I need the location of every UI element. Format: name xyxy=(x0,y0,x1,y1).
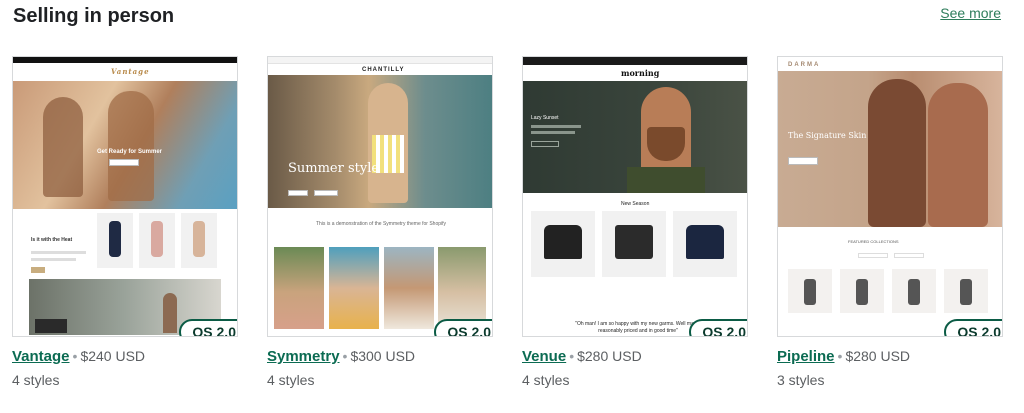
theme-card-pipeline[interactable]: DARMA The Signature Skin FEATURED COLLEC… xyxy=(777,56,1003,388)
separator-dot: • xyxy=(342,348,348,364)
theme-name-link[interactable]: Vantage xyxy=(12,348,70,365)
os2-badge: OS 2.0 xyxy=(179,319,237,336)
theme-styles-count: 4 styles xyxy=(267,372,315,388)
see-more-link[interactable]: See more xyxy=(940,5,1001,21)
separator-dot: • xyxy=(72,348,78,364)
theme-preview-image[interactable]: Vantage Get Ready for Summer Is it with … xyxy=(12,56,238,337)
theme-price: $240 USD xyxy=(80,348,146,364)
theme-styles-count: 4 styles xyxy=(522,372,570,388)
theme-styles-count: 4 styles xyxy=(12,372,60,388)
preview-section-title: New Season xyxy=(621,201,650,207)
theme-preview-image[interactable]: morning Lazy Sunset New Season "Oh man! … xyxy=(522,56,748,337)
theme-price: $280 USD xyxy=(577,348,642,364)
preview-logo: morning xyxy=(621,68,660,78)
section-title: Selling in person xyxy=(13,5,175,27)
preview-hero-text: The Signature Skin xyxy=(788,131,867,140)
separator-dot: • xyxy=(837,348,843,364)
theme-price: $300 USD xyxy=(350,348,416,364)
theme-price: $280 USD xyxy=(845,348,911,364)
theme-styles-count: 3 styles xyxy=(777,372,825,388)
os2-badge: OS 2.0 xyxy=(944,319,1002,336)
os2-badge: OS 2.0 xyxy=(434,319,492,336)
preview-caption: This is a demonstration of the Symmetry … xyxy=(315,221,447,227)
preview-hero-text: Summer style xyxy=(288,161,380,176)
preview-logo: DARMA xyxy=(788,62,821,68)
theme-card-vantage[interactable]: Vantage Get Ready for Summer Is it with … xyxy=(12,56,238,388)
preview-logo: CHANTILLY xyxy=(362,67,405,73)
theme-name-link[interactable]: Venue xyxy=(522,348,566,365)
theme-preview-image[interactable]: CHANTILLY Summer style This is a demonst… xyxy=(267,56,493,337)
preview-side-title: Is it with the Heat xyxy=(31,237,73,243)
theme-name-link[interactable]: Symmetry xyxy=(267,348,340,365)
theme-card-symmetry[interactable]: CHANTILLY Summer style This is a demonst… xyxy=(267,56,493,388)
theme-card-venue[interactable]: morning Lazy Sunset New Season "Oh man! … xyxy=(522,56,748,388)
preview-section-title: FEATURED COLLECTIONS xyxy=(848,239,899,244)
theme-preview-image[interactable]: DARMA The Signature Skin FEATURED COLLEC… xyxy=(777,56,1003,337)
preview-hero-text: Get Ready for Summer xyxy=(97,149,163,155)
os2-badge: OS 2.0 xyxy=(689,319,747,336)
preview-logo: Vantage xyxy=(111,67,150,76)
theme-name-link[interactable]: Pipeline xyxy=(777,348,835,365)
separator-dot: • xyxy=(569,348,575,364)
preview-hero-text: Lazy Sunset xyxy=(531,115,559,121)
